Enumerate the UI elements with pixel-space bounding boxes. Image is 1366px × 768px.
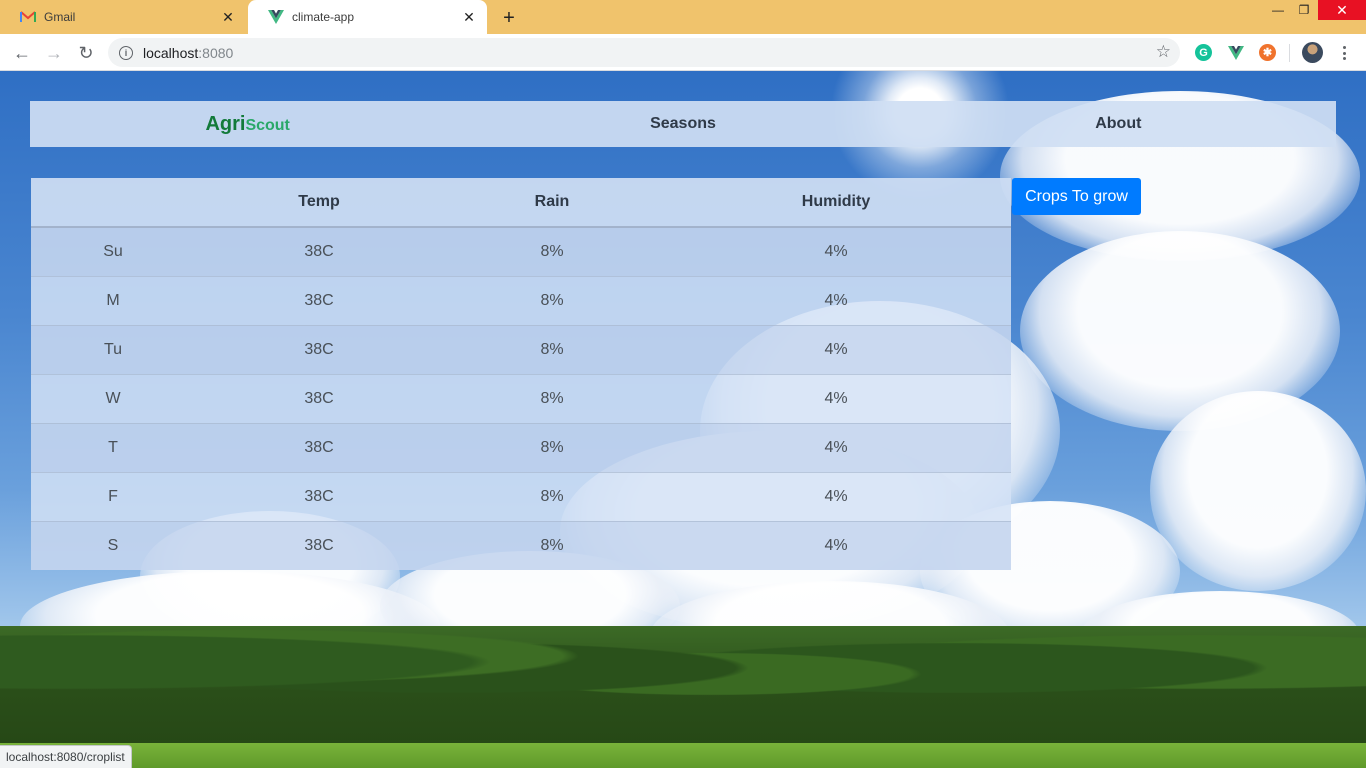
table-row: S 38C 8% 4% [31,520,1011,570]
table-row: M 38C 8% 4% [31,275,1011,325]
close-window-button[interactable]: ✕ [1318,0,1366,20]
weather-table: Temp Rain Humidity Su 38C 8% 4% M 38C 8%… [31,178,1011,570]
cell-temp: 38C [195,226,443,276]
profile-avatar[interactable] [1302,42,1323,63]
cell-day: M [31,275,195,325]
bookmark-star-icon[interactable]: ☆ [1156,42,1171,62]
cell-rain: 8% [443,520,661,570]
vue-devtools-extension-icon[interactable] [1227,44,1244,61]
brand-part-2: Scout [245,116,290,134]
cell-humidity: 4% [661,422,1011,472]
cell-temp: 38C [195,324,443,374]
cell-day: S [31,520,195,570]
site-info-icon[interactable]: i [119,45,133,60]
cell-rain: 8% [443,422,661,472]
back-arrow-icon[interactable]: ← [9,40,35,66]
cell-day: Su [31,226,195,276]
cell-rain: 8% [443,324,661,374]
browser-toolbar: ← → ↻ i localhost:8080 ☆ G ✱ [0,34,1366,71]
cell-temp: 38C [195,520,443,570]
cell-day: T [31,422,195,472]
address-port: :8080 [198,44,234,61]
page-viewport: AgriScout Seasons About Temp Rain Humidi… [0,71,1366,768]
address-bar[interactable]: i localhost:8080 ☆ [108,38,1180,67]
reload-icon[interactable]: ↻ [73,40,99,66]
restore-window-button[interactable]: ❐ [1292,0,1316,20]
cell-humidity: 4% [661,520,1011,570]
cell-rain: 8% [443,373,661,423]
close-tab-icon[interactable]: ✕ [220,9,236,25]
cell-rain: 8% [443,275,661,325]
vue-icon [268,9,284,25]
cell-day: F [31,471,195,521]
cell-rain: 8% [443,471,661,521]
cell-humidity: 4% [661,226,1011,276]
address-host: localhost [143,44,199,61]
browser-menu-icon[interactable] [1336,43,1352,63]
cell-temp: 38C [195,373,443,423]
orange-extension-icon[interactable]: ✱ [1259,44,1276,61]
gmail-icon [20,9,36,25]
tab-title: Gmail [44,10,76,24]
new-tab-button[interactable]: + [498,7,520,29]
table-row: W 38C 8% 4% [31,373,1011,423]
treeline [0,626,1366,746]
app-navbar: AgriScout Seasons About [30,101,1336,147]
column-header-rain: Rain [443,178,661,228]
close-tab-icon[interactable]: ✕ [461,9,477,25]
crops-to-grow-button[interactable]: Crops To grow [1012,178,1141,215]
nav-link-seasons[interactable]: Seasons [650,115,716,133]
tab-gmail[interactable]: Gmail ✕ [0,0,246,34]
tab-climate-app[interactable]: climate-app ✕ [248,0,487,34]
browser-tab-strip: Gmail ✕ climate-app ✕ + — ❐ ✕ [0,0,1366,34]
status-bar-url: localhost:8080/croplist [0,745,132,768]
brand-logo[interactable]: AgriScout [205,113,289,136]
cell-day: W [31,373,195,423]
cell-humidity: 4% [661,373,1011,423]
cell-humidity: 4% [661,324,1011,374]
cell-rain: 8% [443,226,661,276]
toolbar-divider [1289,44,1290,62]
table-header-row: Temp Rain Humidity [31,178,1011,228]
table-row: T 38C 8% 4% [31,422,1011,472]
grammarly-extension-icon[interactable]: G [1195,44,1212,61]
table-row: F 38C 8% 4% [31,471,1011,521]
column-header-temp: Temp [195,178,443,228]
nav-link-about[interactable]: About [1095,115,1141,133]
table-row: Su 38C 8% 4% [31,226,1011,276]
cell-humidity: 4% [661,275,1011,325]
cell-temp: 38C [195,422,443,472]
column-header-humidity: Humidity [661,178,1011,228]
cell-temp: 38C [195,471,443,521]
cell-day: Tu [31,324,195,374]
grass-field [0,743,1366,768]
column-header-day [31,178,195,228]
forward-arrow-icon[interactable]: → [41,40,67,66]
cell-humidity: 4% [661,471,1011,521]
brand-part-1: Agri [205,112,246,135]
minimize-window-button[interactable]: — [1266,0,1290,20]
table-row: Tu 38C 8% 4% [31,324,1011,374]
cell-temp: 38C [195,275,443,325]
tab-title: climate-app [292,10,355,24]
